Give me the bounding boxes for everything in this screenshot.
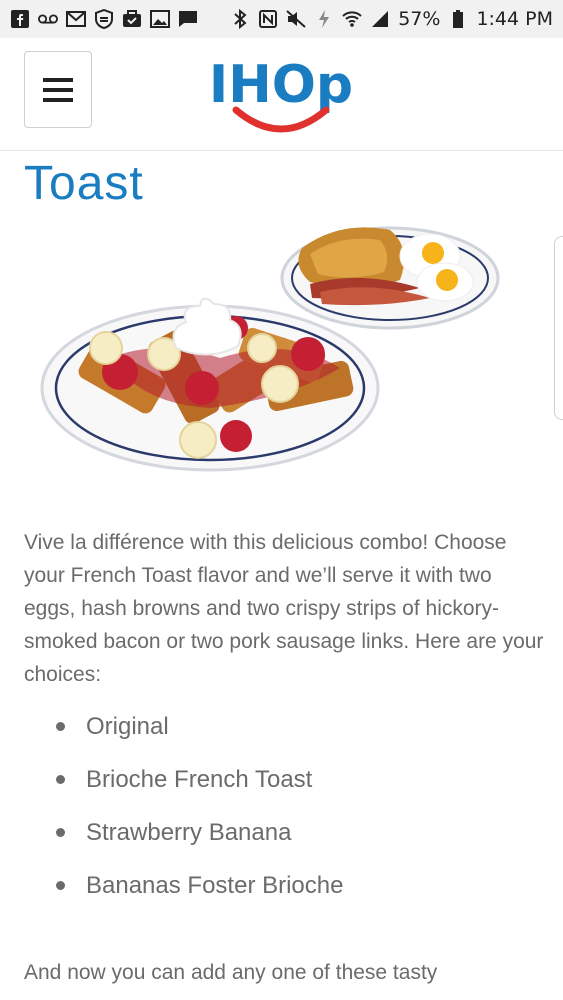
menu-description: Vive la différence with this delicious c…: [24, 531, 544, 686]
status-bar: 57% 1:44 PM: [0, 0, 563, 38]
choice-label: Bananas Foster Brioche: [86, 871, 344, 899]
message-icon: [178, 9, 198, 29]
choice-label: Brioche French Toast: [86, 765, 313, 793]
choice-label: Strawberry Banana: [86, 818, 292, 846]
list-item: Original: [56, 700, 343, 753]
scroll-indicator[interactable]: [554, 236, 563, 420]
add-ons-intro: And now you can add any one of these tas…: [24, 961, 438, 984]
briefcase-check-icon: [122, 9, 142, 29]
hamburger-icon: [43, 77, 73, 102]
gallery-icon: [150, 9, 170, 29]
shield-icon: [94, 9, 114, 29]
facebook-icon: [10, 9, 30, 29]
choices-list: Original Brioche French Toast Strawberry…: [56, 700, 343, 912]
bullet-icon: [56, 722, 65, 731]
site-header: IHOp: [0, 38, 563, 151]
bluetooth-icon: [230, 9, 250, 29]
bullet-icon: [56, 828, 65, 837]
battery-icon: [448, 9, 468, 29]
signal-icon: [370, 9, 390, 29]
battery-percent: 57%: [398, 8, 441, 30]
data-icon: [314, 9, 334, 29]
hamburger-menu-button[interactable]: [24, 51, 92, 128]
nfc-icon: [258, 9, 278, 29]
list-item: Strawberry Banana: [56, 806, 343, 859]
list-item: Bananas Foster Brioche: [56, 859, 343, 912]
choice-label: Original: [86, 712, 169, 740]
bullet-icon: [56, 775, 65, 784]
clock: 1:44 PM: [476, 8, 553, 30]
french-toast-combo-image: [40, 208, 520, 498]
page-title: Toast: [24, 157, 144, 210]
mute-icon: [286, 9, 306, 29]
notification-icons: [10, 9, 198, 29]
ihop-logo[interactable]: IHOp: [200, 52, 362, 138]
logo-text: IHOp: [209, 55, 353, 115]
bullet-icon: [56, 881, 65, 890]
voicemail-icon: [38, 9, 58, 29]
gmail-icon: [66, 9, 86, 29]
list-item: Brioche French Toast: [56, 753, 343, 806]
system-icons: 57% 1:44 PM: [230, 8, 553, 30]
wifi-icon: [342, 9, 362, 29]
